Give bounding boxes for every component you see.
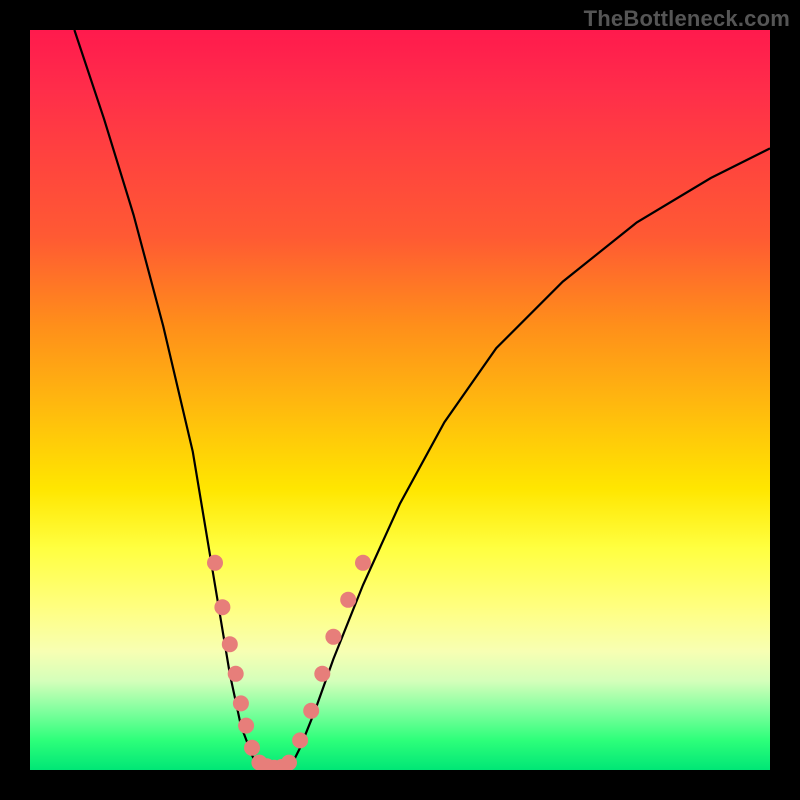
data-bead [314,666,330,682]
plot-area [30,30,770,770]
data-bead [214,599,230,615]
data-bead [340,592,356,608]
data-bead [292,732,308,748]
chart-stage: TheBottleneck.com [0,0,800,800]
data-bead [281,755,297,770]
data-bead [325,629,341,645]
curve-layer [30,30,770,770]
bottleneck-curve [74,30,770,770]
watermark-text: TheBottleneck.com [584,6,790,32]
data-bead [355,555,371,571]
data-bead [228,666,244,682]
data-bead [238,718,254,734]
data-bead [207,555,223,571]
data-bead [303,703,319,719]
data-bead [233,695,249,711]
data-bead [244,740,260,756]
data-bead [222,636,238,652]
